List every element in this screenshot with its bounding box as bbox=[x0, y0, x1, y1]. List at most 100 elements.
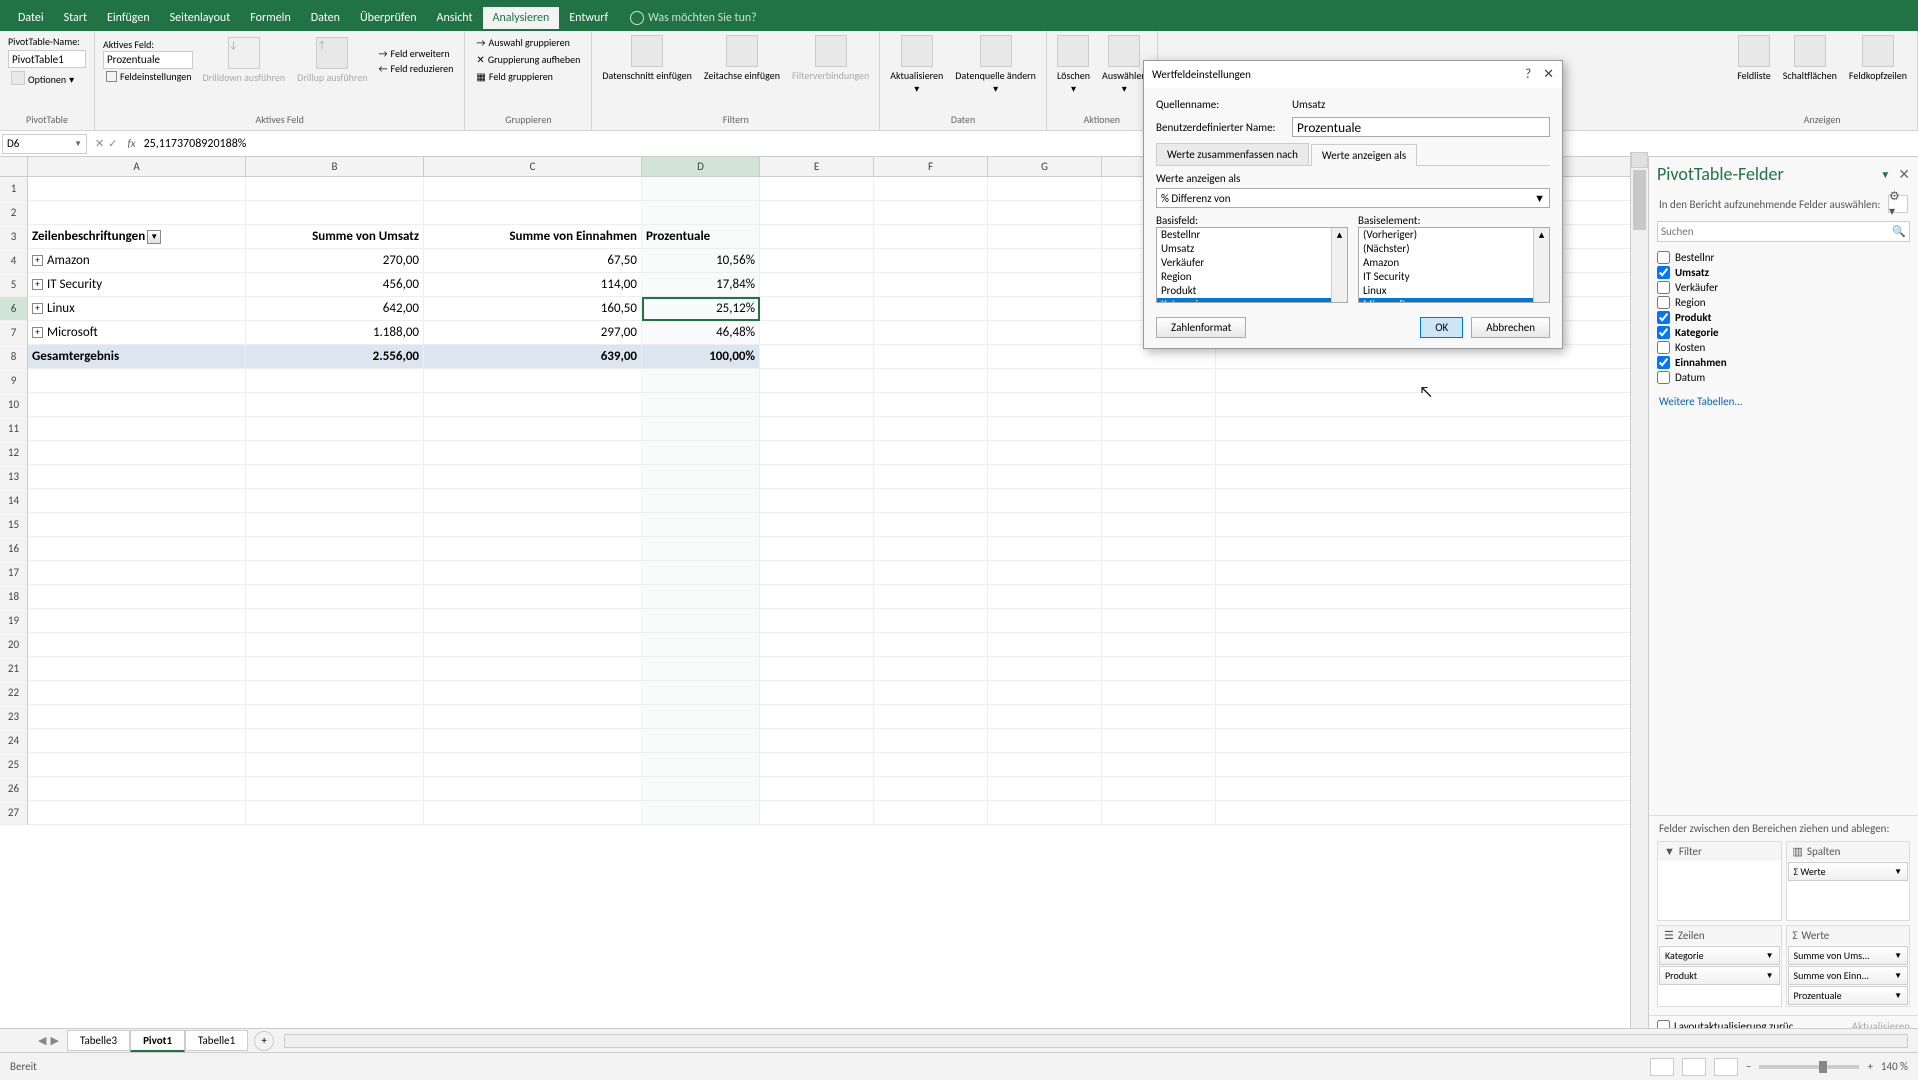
select-all-corner[interactable] bbox=[0, 157, 28, 176]
drop-item[interactable]: Prozentuale▼ bbox=[1788, 986, 1909, 1005]
buttons-toggle[interactable]: Schaltflächen bbox=[1779, 33, 1841, 84]
field-item[interactable]: Datum bbox=[1657, 370, 1910, 385]
ok-button[interactable]: OK bbox=[1420, 317, 1463, 338]
page-break-view-button[interactable] bbox=[1714, 1058, 1738, 1076]
field-item[interactable]: Verkäufer bbox=[1657, 280, 1910, 295]
row-header[interactable]: 13 bbox=[0, 465, 27, 489]
field-checkbox[interactable] bbox=[1657, 311, 1670, 324]
cell[interactable]: 67,50 bbox=[424, 249, 642, 272]
row-header[interactable]: 27 bbox=[0, 801, 27, 825]
drop-item[interactable]: Summe von Ums...▼ bbox=[1788, 946, 1909, 965]
expand-icon[interactable]: + bbox=[32, 279, 43, 290]
field-checkbox[interactable] bbox=[1657, 341, 1670, 354]
normal-view-button[interactable] bbox=[1650, 1058, 1674, 1076]
scroll-up-icon[interactable]: ▴ bbox=[1332, 228, 1347, 241]
listbox-item[interactable]: Kategorie bbox=[1157, 298, 1347, 303]
scroll-up-icon[interactable]: ▴ bbox=[1534, 228, 1549, 241]
cell[interactable]: 2.556,00 bbox=[246, 345, 424, 368]
col-header-f[interactable]: F bbox=[874, 157, 988, 176]
field-checkbox[interactable] bbox=[1657, 356, 1670, 369]
help-icon[interactable]: ? bbox=[1525, 67, 1531, 82]
custom-name-input[interactable] bbox=[1292, 117, 1550, 137]
add-sheet-button[interactable]: + bbox=[254, 1031, 274, 1051]
field-item[interactable]: Bestellnr bbox=[1657, 250, 1910, 265]
number-format-button[interactable]: Zahlenformat bbox=[1156, 317, 1246, 338]
cell[interactable]: 114,00 bbox=[424, 273, 642, 296]
close-dialog-icon[interactable]: ✕ bbox=[1543, 67, 1554, 82]
cell[interactable]: 17,84% bbox=[642, 273, 760, 296]
field-item[interactable]: Kosten bbox=[1657, 340, 1910, 355]
zoom-in-button[interactable]: + bbox=[1867, 1060, 1872, 1073]
cell[interactable]: 456,00 bbox=[246, 273, 424, 296]
tab-seitenlayout[interactable]: Seitenlayout bbox=[160, 7, 241, 29]
row-header[interactable]: 26 bbox=[0, 777, 27, 801]
cell[interactable]: 46,48% bbox=[642, 321, 760, 344]
tab-datei[interactable]: Datei bbox=[8, 7, 54, 29]
col-header-a[interactable]: A bbox=[28, 157, 246, 176]
summarize-by-tab[interactable]: Werte zusammenfassen nach bbox=[1156, 143, 1309, 165]
cell[interactable]: 1.188,00 bbox=[246, 321, 424, 344]
tell-me-search[interactable]: Was möchten Sie tun? bbox=[618, 11, 757, 25]
cell[interactable]: 297,00 bbox=[424, 321, 642, 344]
pivottable-name-input[interactable] bbox=[8, 50, 86, 68]
row-header[interactable]: 9 bbox=[0, 369, 27, 393]
listbox-item[interactable]: Region bbox=[1157, 270, 1347, 284]
columns-drop-zone[interactable]: ▥Spalten Σ Werte▼ bbox=[1786, 841, 1911, 921]
field-item[interactable]: Umsatz bbox=[1657, 265, 1910, 280]
scroll-up-icon[interactable] bbox=[1631, 152, 1648, 168]
prev-sheet-icon[interactable]: ◀ bbox=[38, 1034, 46, 1047]
cell[interactable]: 25,12% bbox=[642, 297, 760, 320]
pivot-row-linux[interactable]: +Linux bbox=[28, 297, 246, 320]
row-header[interactable]: 17 bbox=[0, 561, 27, 585]
listbox-item[interactable]: Linux bbox=[1359, 284, 1549, 298]
row-header[interactable]: 7 bbox=[0, 321, 27, 345]
row-header[interactable]: 11 bbox=[0, 417, 27, 441]
field-checkbox[interactable] bbox=[1657, 251, 1670, 264]
col-header-e[interactable]: E bbox=[760, 157, 874, 176]
clear-button[interactable]: Löschen ▾ bbox=[1053, 33, 1094, 97]
pivot-grand-total-label[interactable]: Gesamtergebnis bbox=[28, 345, 246, 368]
tab-formeln[interactable]: Formeln bbox=[240, 7, 300, 29]
sheet-tab-tabelle1[interactable]: Tabelle1 bbox=[185, 1030, 248, 1051]
drop-item[interactable]: Kategorie▼ bbox=[1659, 946, 1780, 965]
panel-menu-icon[interactable]: ▼ bbox=[1880, 168, 1890, 181]
row-header[interactable]: 14 bbox=[0, 489, 27, 513]
tab-analysieren[interactable]: Analysieren bbox=[483, 7, 560, 29]
field-item[interactable]: Produkt bbox=[1657, 310, 1910, 325]
field-checkbox[interactable] bbox=[1657, 266, 1670, 279]
horizontal-scrollbar[interactable] bbox=[284, 1034, 1908, 1048]
col-header-c[interactable]: C bbox=[424, 157, 642, 176]
row-header[interactable]: 3 bbox=[0, 225, 27, 249]
cell[interactable]: 270,00 bbox=[246, 249, 424, 272]
row-header[interactable]: 20 bbox=[0, 633, 27, 657]
col-header-b[interactable]: B bbox=[246, 157, 424, 176]
drop-item[interactable]: Σ Werte▼ bbox=[1788, 862, 1909, 881]
field-item[interactable]: Kategorie bbox=[1657, 325, 1910, 340]
field-search[interactable]: 🔍 bbox=[1657, 221, 1910, 242]
tab-start[interactable]: Start bbox=[54, 7, 97, 29]
base-item-listbox[interactable]: (Vorheriger)(Nächster)AmazonIT SecurityL… bbox=[1358, 227, 1550, 303]
fieldlist-button[interactable]: Feldliste bbox=[1733, 33, 1775, 84]
row-header[interactable]: 21 bbox=[0, 657, 27, 681]
cell[interactable]: 10,56% bbox=[642, 249, 760, 272]
row-header[interactable]: 19 bbox=[0, 609, 27, 633]
listbox-item[interactable]: (Nächster) bbox=[1359, 242, 1549, 256]
listbox-item[interactable]: Umsatz bbox=[1157, 242, 1347, 256]
row-header[interactable]: 16 bbox=[0, 537, 27, 561]
pivot-header-row-labels[interactable]: Zeilenbeschriftungen▼ bbox=[28, 225, 246, 248]
name-box[interactable]: D6▼ bbox=[2, 134, 87, 154]
rows-drop-zone[interactable]: ☰Zeilen Kategorie▼ Produkt▼ bbox=[1657, 925, 1782, 1007]
field-settings-button[interactable]: Feldeinstellungen bbox=[103, 69, 194, 84]
more-tables-link[interactable]: Weitere Tabellen... bbox=[1649, 389, 1918, 414]
field-search-input[interactable] bbox=[1661, 225, 1892, 238]
row-header[interactable]: 18 bbox=[0, 585, 27, 609]
pivot-row-amazon[interactable]: +Amazon bbox=[28, 249, 246, 272]
tab-einfuegen[interactable]: Einfügen bbox=[97, 7, 160, 29]
col-header-g[interactable]: G bbox=[988, 157, 1102, 176]
filter-dropdown-icon[interactable]: ▼ bbox=[147, 230, 161, 244]
cancel-button[interactable]: Abbrechen bbox=[1471, 317, 1550, 338]
sheet-tab-pivot1[interactable]: Pivot1 bbox=[130, 1030, 185, 1052]
drop-item[interactable]: Summe von Einn...▼ bbox=[1788, 966, 1909, 985]
field-item[interactable]: Einnahmen bbox=[1657, 355, 1910, 370]
close-panel-icon[interactable]: ✕ bbox=[1898, 166, 1910, 183]
